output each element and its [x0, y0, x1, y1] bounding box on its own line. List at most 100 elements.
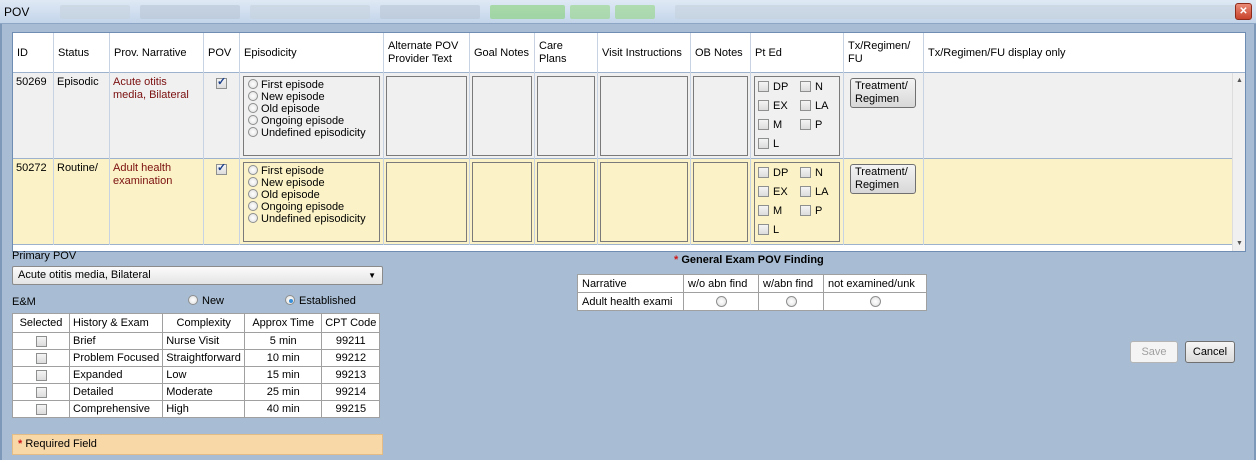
radio-icon[interactable] — [248, 201, 258, 211]
episode-option[interactable]: New episode — [248, 91, 375, 103]
care-plans-textbox[interactable] — [537, 162, 595, 242]
episode-option[interactable]: First episode — [248, 79, 375, 91]
visit-instructions-textbox[interactable] — [600, 162, 688, 242]
pt-ed-dp[interactable]: DP — [758, 167, 788, 180]
treatment-regimen-button[interactable]: Treatment/ Regimen — [850, 78, 916, 108]
pt-ed-p[interactable]: P — [800, 205, 822, 218]
goal-notes-textbox[interactable] — [472, 76, 532, 156]
checkbox-icon[interactable] — [800, 205, 811, 216]
checkbox-icon[interactable] — [800, 186, 811, 197]
checkbox-icon[interactable] — [35, 352, 47, 364]
visit-instructions-textbox[interactable] — [600, 76, 688, 156]
chevron-down-icon[interactable]: ▼ — [368, 267, 376, 284]
cancel-button[interactable]: Cancel — [1185, 341, 1235, 363]
table-row[interactable]: Brief Nurse Visit 5 min 99211 — [12, 332, 381, 350]
radio-icon[interactable] — [248, 189, 258, 199]
ob-notes-textbox[interactable] — [693, 76, 748, 156]
checkbox-icon[interactable] — [35, 403, 47, 415]
checkbox-icon[interactable] — [758, 205, 769, 216]
primary-pov-select[interactable]: Acute otitis media, Bilateral ▼ — [12, 266, 383, 285]
close-icon[interactable]: ✕ — [1235, 3, 1252, 20]
alt-pov-textbox[interactable] — [386, 76, 467, 156]
row-ob-notes-cell[interactable] — [691, 73, 751, 159]
row-visit-instructions-cell[interactable] — [598, 159, 691, 245]
radio-icon[interactable] — [285, 295, 295, 305]
row-goal-notes-cell[interactable] — [470, 73, 535, 159]
scroll-down-icon[interactable]: ▼ — [1236, 240, 1243, 247]
radio-icon[interactable] — [188, 295, 198, 305]
checkbox-icon[interactable] — [758, 138, 769, 149]
pt-ed-la[interactable]: LA — [800, 100, 828, 113]
grid-row[interactable]: 50272 Routine/ Adult health examination … — [13, 159, 1233, 245]
episode-option[interactable]: Old episode — [248, 103, 375, 115]
toolbar-tabs-strip-4[interactable] — [380, 5, 480, 19]
radio-icon[interactable] — [248, 177, 258, 187]
table-row[interactable]: Expanded Low 15 min 99213 — [12, 366, 381, 384]
save-button[interactable]: Save — [1130, 341, 1178, 363]
pt-ed-ex[interactable]: EX — [758, 186, 788, 199]
radio-icon[interactable] — [785, 296, 797, 308]
toolbar-status-green-1[interactable] — [490, 5, 565, 19]
table-row[interactable]: Detailed Moderate 25 min 99214 — [12, 383, 381, 401]
toolbar-tabs-strip-2[interactable] — [140, 5, 240, 19]
grid-row[interactable]: 50269 Episodic Acute otitis media, Bilat… — [13, 73, 1233, 159]
table-row[interactable]: Problem Focused Straightforward 10 min 9… — [12, 349, 381, 367]
pt-ed-la[interactable]: LA — [800, 186, 828, 199]
toolbar-tabs-strip-3[interactable] — [250, 5, 370, 19]
row-alt-pov-cell[interactable] — [384, 73, 470, 159]
col-tx-display[interactable]: Tx/Regimen/FU display only — [924, 33, 1233, 73]
alt-pov-textbox[interactable] — [386, 162, 467, 242]
table-row[interactable]: Comprehensive High 40 min 99215 — [12, 400, 381, 418]
episode-option[interactable]: Ongoing episode — [248, 115, 375, 127]
col-narrative[interactable]: Prov. Narrative — [110, 33, 204, 73]
col-tx[interactable]: Tx/Regimen/ FU — [844, 33, 924, 73]
pt-ed-n[interactable]: N — [800, 81, 823, 94]
checkbox-icon[interactable] — [800, 119, 811, 130]
row-goal-notes-cell[interactable] — [470, 159, 535, 245]
col-pov[interactable]: POV — [204, 33, 240, 73]
pov-checkbox[interactable] — [216, 162, 227, 175]
treatment-regimen-button[interactable]: Treatment/ Regimen — [850, 164, 916, 194]
pt-ed-m[interactable]: M — [758, 205, 782, 218]
checkbox-icon[interactable] — [35, 335, 47, 347]
episode-option[interactable]: New episode — [248, 177, 375, 189]
radio-icon[interactable] — [248, 127, 258, 137]
radio-icon[interactable] — [248, 115, 258, 125]
col-care-plans[interactable]: Care Plans — [535, 33, 598, 73]
episode-option[interactable]: Old episode — [248, 189, 375, 201]
checkbox-icon[interactable] — [35, 386, 47, 398]
em-new-option[interactable]: New — [188, 295, 224, 307]
pt-ed-m[interactable]: M — [758, 119, 782, 132]
row-alt-pov-cell[interactable] — [384, 159, 470, 245]
col-id[interactable]: ID — [13, 33, 54, 73]
toolbar-status-green-3[interactable] — [615, 5, 655, 19]
radio-icon[interactable] — [248, 213, 258, 223]
row-ob-notes-cell[interactable] — [691, 159, 751, 245]
checkbox-icon[interactable] — [758, 100, 769, 111]
checkbox-icon[interactable] — [758, 224, 769, 235]
radio-icon[interactable] — [248, 79, 258, 89]
pt-ed-l[interactable]: L — [758, 224, 779, 237]
radio-icon[interactable] — [715, 296, 727, 308]
pt-ed-ex[interactable]: EX — [758, 100, 788, 113]
goal-notes-textbox[interactable] — [472, 162, 532, 242]
col-pt-ed[interactable]: Pt Ed — [751, 33, 844, 73]
radio-icon[interactable] — [869, 296, 881, 308]
checkbox-icon[interactable] — [35, 369, 47, 381]
col-alt-pov[interactable]: Alternate POV Provider Text — [384, 33, 470, 73]
scroll-up-icon[interactable]: ▲ — [1236, 77, 1243, 84]
row-care-plans-cell[interactable] — [535, 159, 598, 245]
pt-ed-p[interactable]: P — [800, 119, 822, 132]
radio-icon[interactable] — [248, 103, 258, 113]
col-status[interactable]: Status — [54, 33, 110, 73]
col-visit-instructions[interactable]: Visit Instructions — [598, 33, 691, 73]
checkbox-icon[interactable] — [800, 81, 811, 92]
episode-option[interactable]: First episode — [248, 165, 375, 177]
checkbox-icon[interactable] — [800, 100, 811, 111]
table-row[interactable]: Adult health exami — [577, 292, 927, 311]
radio-icon[interactable] — [248, 165, 258, 175]
toolbar-tabs-strip-5[interactable] — [675, 5, 1235, 19]
episode-option[interactable]: Undefined episodicity — [248, 213, 375, 225]
col-goal-notes[interactable]: Goal Notes — [470, 33, 535, 73]
checkbox-icon[interactable] — [800, 167, 811, 178]
